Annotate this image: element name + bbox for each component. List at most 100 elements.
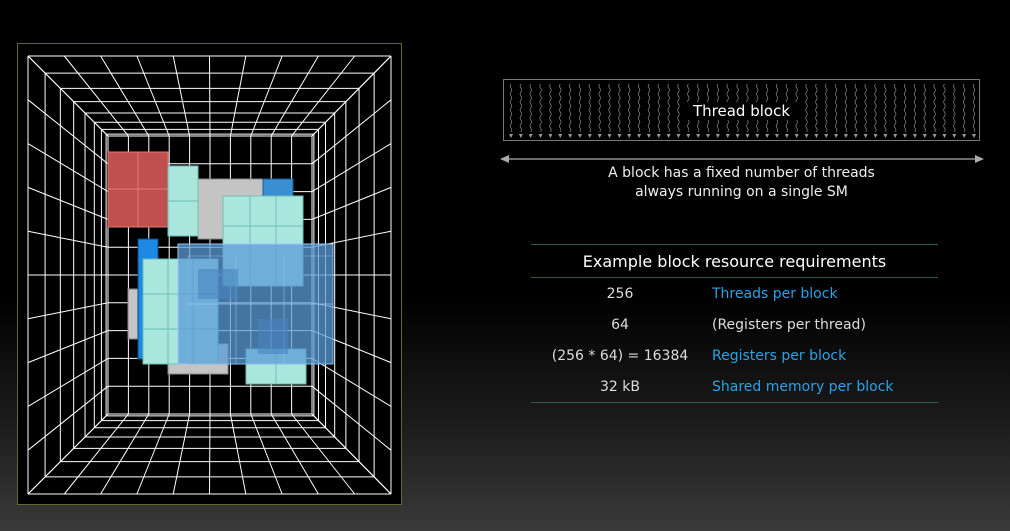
grid-line	[229, 55, 247, 137]
caption-line-2: always running on a single SM	[635, 184, 848, 200]
grid-line	[27, 143, 109, 193]
thread-arrow-head	[646, 134, 651, 138]
thread-arrow-head	[715, 134, 720, 138]
grid-line	[270, 55, 319, 137]
row-description: (Registers per thread)	[712, 317, 866, 333]
grid-line	[27, 385, 109, 451]
grid-line	[209, 413, 211, 495]
thread-arrow-head	[834, 134, 839, 138]
row-value: (256 * 64) = 16384	[551, 348, 689, 364]
thread-arrow-head	[824, 134, 829, 138]
row-value: 256	[606, 286, 634, 302]
thread-arrow-head	[794, 134, 799, 138]
row-description: Registers per block	[712, 348, 847, 364]
grid-line	[250, 55, 283, 137]
grid-line	[229, 413, 247, 495]
thread-arrow-head	[893, 134, 898, 138]
thread-arrow-head	[656, 134, 661, 138]
table-rule-top	[531, 244, 938, 245]
row-value: 32 kB	[600, 379, 640, 395]
table-row: 256 Threads per block	[531, 286, 938, 308]
grid-line	[311, 385, 392, 451]
thread-arrow-head	[932, 134, 937, 138]
thread-block-diagram: Thread block	[503, 79, 980, 141]
thread-arrow-head	[696, 134, 701, 138]
grid-line	[270, 413, 319, 495]
thread-arrow-head	[676, 134, 681, 138]
grid-line	[311, 55, 392, 137]
perspective-grid	[27, 55, 392, 495]
table-title: Example block resource requirements	[582, 252, 887, 271]
row-description: Shared memory per block	[712, 379, 894, 395]
thread-arrow-head	[912, 134, 917, 138]
thread-arrow-head	[804, 134, 809, 138]
block-blue-translucent	[177, 243, 334, 365]
grid-line	[311, 143, 392, 193]
table-rule-bottom	[531, 402, 938, 403]
thread-arrow-head	[765, 134, 770, 138]
block-width-arrow	[500, 155, 984, 163]
thread-arrow-head	[883, 134, 888, 138]
thread-arrow-head	[706, 134, 711, 138]
thread-arrow-head	[617, 134, 622, 138]
thread-arrow-head	[518, 134, 523, 138]
thread-arrow-head	[853, 134, 858, 138]
thread-arrow-head	[863, 134, 868, 138]
block-blue-small	[262, 178, 294, 198]
thread-arrow-head	[587, 134, 592, 138]
table-row: (256 * 64) = 16384 Registers per block	[531, 348, 938, 370]
thread-arrow-head	[755, 134, 760, 138]
thread-arrow-head	[952, 134, 957, 138]
row-description: Threads per block	[712, 286, 838, 302]
thread-arrow-head	[873, 134, 878, 138]
thread-arrow-head	[922, 134, 927, 138]
thread-arrow-head	[528, 134, 533, 138]
thread-arrow-head	[666, 134, 671, 138]
thread-arrow-head	[972, 134, 976, 138]
grid-line	[172, 413, 191, 495]
grid-line	[311, 99, 392, 165]
thread-arrow-head	[843, 134, 848, 138]
block-cyan-top	[167, 165, 199, 237]
thread-arrow-head	[637, 134, 642, 138]
caption-line-1: A block has a fixed number of threads	[608, 165, 875, 181]
grid-line	[27, 302, 109, 320]
grid-line	[172, 55, 191, 137]
grid-line	[27, 186, 109, 220]
grid-line	[311, 186, 392, 220]
thread-arrow-head	[725, 134, 730, 138]
grid-line	[27, 357, 109, 407]
thread-arrow-head	[784, 134, 789, 138]
grid-line	[250, 413, 283, 495]
thread-arrow-head	[745, 134, 750, 138]
table-rule-header	[531, 277, 938, 278]
grid-line	[311, 413, 392, 495]
block-red	[107, 151, 169, 228]
thread-arrow-head	[558, 134, 563, 138]
thread-arrow-head	[814, 134, 819, 138]
thread-arrow-head	[903, 134, 908, 138]
grid-line	[27, 330, 109, 364]
thread-arrow-head	[548, 134, 553, 138]
thread-arrow-head	[627, 134, 632, 138]
thread-arrow-head	[568, 134, 573, 138]
row-value: 64	[611, 317, 629, 333]
grid-line	[311, 357, 392, 407]
grid-line	[27, 99, 109, 165]
thread-arrow-head	[538, 134, 543, 138]
grid-line	[27, 230, 109, 248]
thread-arrow-head	[774, 134, 779, 138]
table-row: 64 (Registers per thread)	[531, 317, 938, 339]
table-row: 32 kB Shared memory per block	[531, 379, 938, 401]
thread-arrow-head	[686, 134, 691, 138]
thread-arrow-head	[962, 134, 967, 138]
thread-arrow-head	[735, 134, 740, 138]
thread-arrow-head	[607, 134, 612, 138]
grid-3d-illustration	[17, 43, 402, 505]
thread-arrow-head	[597, 134, 602, 138]
thread-arrow-head	[577, 134, 582, 138]
thread-arrow-head	[509, 134, 513, 138]
grid-line	[209, 55, 211, 137]
thread-block-label: Thread block	[680, 102, 803, 120]
thread-arrow-head	[942, 134, 947, 138]
